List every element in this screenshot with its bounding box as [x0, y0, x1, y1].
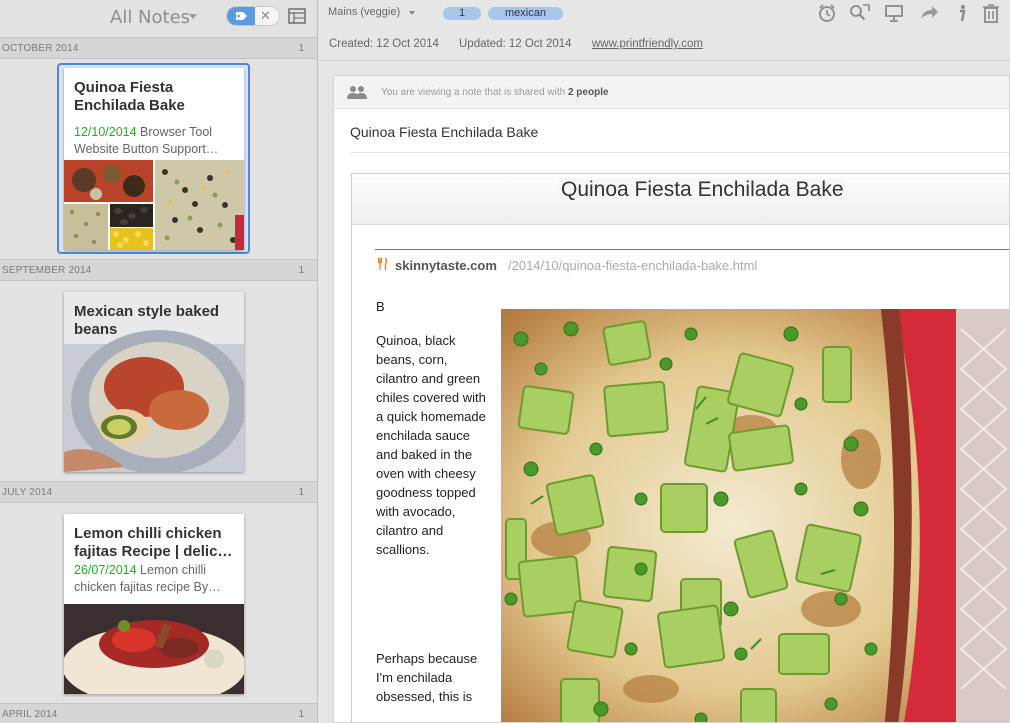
note-card-title: Lemon chilli chicken fajitas Recipe | de… — [74, 525, 233, 560]
tag-chip[interactable]: mexican — [488, 7, 563, 20]
note-card-title: Mexican style baked beans — [74, 303, 220, 338]
site-path[interactable]: /2014/10/quinoa-fiesta-enchilada-bake.ht… — [508, 258, 757, 273]
month-label: SEPTEMBER 2014 — [2, 265, 92, 276]
fork-knife-icon — [378, 257, 388, 270]
recipe-photo — [501, 309, 1009, 722]
month-count: 1 — [298, 709, 304, 720]
share-info-text: You are viewing a note that is shared wi… — [381, 87, 609, 98]
month-header: SEPTEMBER 2014 1 — [0, 259, 317, 281]
quinoa-image — [64, 204, 108, 250]
close-icon[interactable]: ✕ — [260, 8, 271, 24]
month-header: APRIL 2014 1 — [0, 703, 317, 723]
reminder-icon[interactable] — [816, 3, 838, 23]
share-info-bar: You are viewing a note that is shared wi… — [334, 76, 1009, 109]
month-label: JULY 2014 — [2, 487, 53, 498]
web-clip-title: Quinoa Fiesta Enchilada Bake — [559, 178, 846, 202]
month-header: OCTOBER 2014 1 — [0, 37, 317, 59]
note-content: You are viewing a note that is shared wi… — [333, 75, 1010, 723]
body-paragraph: Perhaps because I'm enchilada obsessed, … — [376, 651, 478, 704]
note-card-date: 26/07/2014 — [74, 563, 137, 577]
body-text: B — [376, 299, 385, 314]
spices-image — [64, 160, 153, 202]
thumbnail-image — [110, 228, 153, 250]
month-count: 1 — [298, 487, 304, 498]
thumbnail-image — [64, 160, 153, 202]
all-notes-title[interactable]: All Notes — [110, 7, 190, 28]
note-list-header: All Notes ✕ — [0, 0, 317, 37]
chevron-down-icon[interactable] — [409, 11, 415, 15]
web-clip: Quinoa Fiesta Enchilada Bake skinnytaste… — [351, 173, 1009, 722]
month-count: 1 — [298, 265, 304, 276]
trash-icon[interactable] — [980, 3, 1002, 23]
divider — [375, 249, 1009, 250]
note-card-beans[interactable]: Mexican style baked beans — [64, 292, 244, 472]
note-card-quinoa[interactable]: Quinoa Fiesta Enchilada Bake 12/10/2014 … — [64, 68, 244, 250]
source-url-link[interactable]: www.printfriendly.com — [592, 38, 703, 50]
note-card-snippet: 12/10/2014 Browser Tool Website Button S… — [74, 124, 236, 158]
info-icon[interactable] — [951, 3, 973, 23]
share-info-prefix: You are viewing a note that is shared wi… — [381, 87, 568, 98]
note-meta-bar: Mains (veggie) 1 mexican Created: 12 Oct… — [318, 0, 1010, 61]
notebook-selector[interactable]: Mains (veggie) — [328, 6, 400, 18]
created-date: Created: 12 Oct 2014 — [329, 38, 439, 50]
share-icon[interactable] — [849, 3, 871, 23]
forward-icon[interactable] — [918, 3, 940, 23]
web-clip-header: Quinoa Fiesta Enchilada Bake — [352, 174, 1009, 225]
thumbnail-image — [64, 204, 108, 250]
thumbnail-image — [64, 604, 244, 694]
tag-icon — [236, 12, 247, 20]
thumbnail-image — [110, 204, 153, 227]
body-paragraph: Quinoa, black beans, corn, cilantro and … — [376, 333, 486, 557]
list-view-icon[interactable] — [288, 8, 306, 24]
tag-filter-button[interactable] — [227, 7, 255, 25]
month-label: OCTOBER 2014 — [2, 43, 79, 54]
note-card-fajitas[interactable]: Lemon chilli chicken fajitas Recipe | de… — [64, 514, 244, 694]
fajitas-image — [64, 604, 244, 694]
black-beans-image — [110, 204, 153, 227]
tag-filter-toggle[interactable]: ✕ — [226, 6, 280, 26]
divider — [350, 152, 1009, 153]
people-icon — [347, 86, 367, 99]
present-icon[interactable] — [883, 3, 905, 23]
note-title-field[interactable]: Quinoa Fiesta Enchilada Bake — [350, 124, 538, 140]
chevron-down-icon[interactable] — [189, 14, 197, 19]
updated-date: Updated: 12 Oct 2014 — [459, 38, 572, 50]
note-list-panel: All Notes ✕ OCTOBER 2014 1 Quinoa Fiesta… — [0, 0, 318, 723]
share-people-count: 2 people — [567, 87, 609, 98]
month-count: 1 — [298, 43, 304, 54]
note-card-title: Quinoa Fiesta Enchilada Bake — [74, 79, 185, 114]
enchilada-bake-photo — [501, 309, 1009, 722]
corn-image — [110, 228, 153, 250]
month-header: JULY 2014 1 — [0, 481, 317, 503]
quinoa-mix-image — [155, 160, 244, 250]
note-view-panel: Mains (veggie) 1 mexican Created: 12 Oct… — [318, 0, 1010, 723]
note-card-date: 12/10/2014 — [74, 125, 137, 139]
thumbnail-image — [155, 160, 244, 250]
tag-chip[interactable]: 1 — [443, 7, 481, 20]
month-label: APRIL 2014 — [2, 709, 58, 720]
note-card-snippet: 26/07/2014 Lemon chilli chicken fajitas … — [74, 562, 236, 596]
site-name[interactable]: skinnytaste.com — [395, 258, 497, 273]
